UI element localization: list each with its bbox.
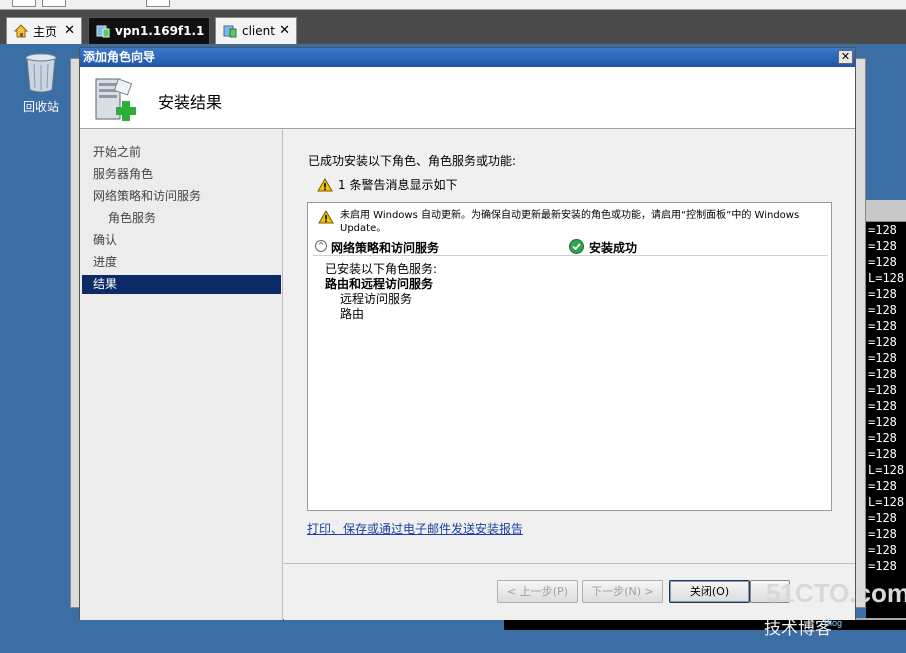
terminal-line: =128: [868, 351, 897, 365]
recycle-bin-icon: [24, 52, 58, 94]
dialog-titlebar[interactable]: 添加角色向导 ✕: [80, 48, 855, 67]
warning-detail-row: 未启用 Windows 自动更新。为确保自动更新最新安装的角色或功能，请启用“控…: [318, 209, 828, 235]
terminal-output: =128 =128 =128 L=128 =128 =128 =128 =128 =128 =12…: [866, 222, 906, 574]
tab-label: client: [242, 24, 275, 38]
terminal-line: =128: [868, 239, 897, 253]
toolbar-mini-button[interactable]: [42, 0, 66, 7]
install-report-link[interactable]: 打印、保存或通过电子邮件发送安装报告: [307, 520, 523, 537]
role-section-name: 网络策略和访问服务: [331, 241, 440, 255]
watermark-line2: 技术博客: [764, 619, 832, 638]
installed-item: 远程访问服务: [340, 292, 413, 306]
dialog-title: 添加角色向导: [83, 50, 156, 64]
nav-step-npas[interactable]: 网络策略和访问服务: [82, 187, 281, 206]
home-icon: [13, 23, 29, 39]
terminal-line: =128: [868, 447, 897, 461]
server-add-role-icon: [92, 75, 142, 123]
terminal-line: =128: [868, 415, 897, 429]
warning-detail-text: 未启用 Windows 自动更新。为确保自动更新最新安装的角色或功能，请启用“控…: [340, 210, 800, 234]
installed-group: 路由和远程访问服务: [325, 277, 434, 291]
warning-icon: [317, 177, 333, 192]
warning-icon: [318, 210, 334, 224]
results-box[interactable]: 未启用 Windows 自动更新。为确保自动更新最新安装的角色或功能，请启用“控…: [307, 202, 832, 511]
nav-step-confirmation[interactable]: 确认: [82, 231, 281, 250]
terminal-line: =128: [868, 303, 897, 317]
close-button[interactable]: 关闭(O): [669, 580, 750, 603]
terminal-line: L=128: [868, 495, 905, 509]
warning-summary-text: 1 条警告消息显示如下: [338, 178, 458, 192]
installed-header: 已安装以下角色服务:: [325, 262, 438, 276]
toolbar-mini-button[interactable]: [12, 0, 36, 7]
nav-step-server-roles[interactable]: 服务器角色: [82, 165, 281, 184]
dialog-close-button[interactable]: ✕: [838, 50, 853, 64]
wizard-content: 已成功安装以下角色、角色服务或功能: 1 条警告消息显示如下 未启用 Windo…: [284, 130, 855, 570]
tab-home[interactable]: 主页 ✕: [6, 17, 82, 44]
installed-item: 路由: [340, 307, 365, 321]
role-section-header: ^ 网络策略和访问服务 安装成功: [313, 238, 828, 256]
previous-button[interactable]: < 上一步(P): [497, 580, 578, 603]
results-intro: 已成功安装以下角色、角色服务或功能:: [308, 154, 517, 168]
terminal-line: =128: [868, 319, 897, 333]
nav-step-role-services[interactable]: 角色服务: [82, 209, 281, 228]
watermark-logo: 51CTO.com 技术博客 Blog: [762, 578, 906, 648]
terminal-line: L=128: [868, 463, 905, 477]
warning-summary: 1 条警告消息显示如下: [317, 176, 457, 193]
nav-step-results[interactable]: 结果: [82, 275, 281, 294]
toolbar-mini-button[interactable]: [146, 0, 170, 7]
watermark-line3: Blog: [824, 618, 843, 628]
client-icon: [222, 23, 238, 39]
wizard-step-nav: 开始之前 服务器角色 网络策略和访问服务 角色服务 确认 进度 结果: [80, 130, 283, 620]
add-roles-wizard-dialog: 添加角色向导 ✕ 安装结果 开始之前 服务器角色 网络策略和访问服务 角色服务 …: [79, 47, 856, 620]
next-button[interactable]: 下一步(N) >: [582, 580, 663, 603]
collapse-icon[interactable]: ^: [315, 240, 327, 252]
tab-vpn1[interactable]: vpn1.169f1.1: [88, 17, 210, 44]
installed-services-list: 已安装以下角色服务: 路由和远程访问服务 远程访问服务 路由: [325, 262, 437, 322]
tab-label: vpn1.169f1.1: [115, 24, 205, 38]
desktop-recycle-bin[interactable]: 回收站: [14, 52, 68, 115]
header-title: 安装结果: [158, 93, 223, 112]
terminal-titlebar: [866, 200, 906, 222]
server-icon: [95, 23, 111, 39]
terminal-line: =128: [868, 383, 897, 397]
top-strip: [0, 0, 906, 10]
watermark-line1: 51CTO.com: [766, 578, 906, 608]
terminal-line: =128: [868, 287, 897, 301]
terminal-line: =128: [868, 367, 897, 381]
terminal-line: =128: [868, 511, 897, 525]
nav-step-progress[interactable]: 进度: [82, 253, 281, 272]
terminal-line: =128: [868, 543, 897, 557]
terminal-line: =128: [868, 559, 897, 573]
terminal-line: =128: [868, 527, 897, 541]
recycle-bin-label: 回收站: [22, 100, 59, 114]
tab-label: 主页: [33, 24, 58, 39]
terminal-line: =128: [868, 223, 897, 237]
tab-close-icon[interactable]: ✕: [64, 23, 75, 38]
nav-step-before-you-begin[interactable]: 开始之前: [82, 143, 281, 162]
install-status: 安装成功: [589, 241, 638, 255]
terminal-line: =128: [868, 479, 897, 493]
terminal-line: L=128: [868, 271, 905, 285]
terminal-line: =128: [868, 399, 897, 413]
terminal-line: =128: [868, 335, 897, 349]
tab-client[interactable]: client ✕: [215, 17, 297, 44]
tab-close-icon[interactable]: ✕: [279, 23, 290, 38]
terminal-line: =128: [868, 255, 897, 269]
check-circle-icon: [569, 239, 584, 254]
tab-bar: 主页 ✕ vpn1.169f1.1 client ✕: [0, 10, 906, 44]
wizard-header: 安装结果: [80, 67, 855, 129]
terminal-window: =128 =128 =128 L=128 =128 =128 =128 =128 =128 =12…: [866, 200, 906, 620]
terminal-line: =128: [868, 431, 897, 445]
